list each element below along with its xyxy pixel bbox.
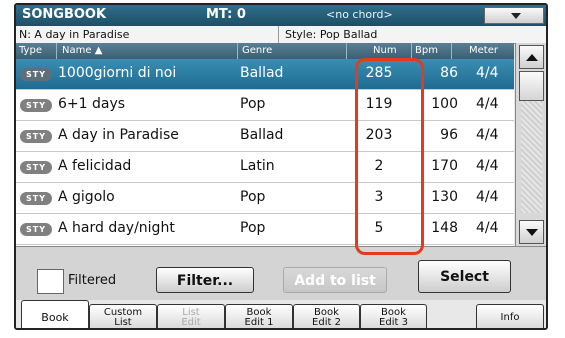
tab-label: Edit <box>181 317 201 328</box>
song-name: 6+1 days <box>58 96 126 112</box>
song-list: STY 1000giorni di noi Ballad 285 86 4/4 … <box>16 59 514 246</box>
song-genre: Pop <box>240 220 266 236</box>
info-bar: N: A day in Paradise Style: Pop Ballad <box>16 26 546 44</box>
song-genre: Pop <box>240 96 266 112</box>
tab-book[interactable]: Book <box>21 300 89 328</box>
tab-label: Edit 2 <box>312 317 341 328</box>
arrow-up-icon <box>526 54 538 61</box>
song-row[interactable]: STY 6+1 days Pop 119 100 4/4 <box>16 90 514 121</box>
song-name: A felicidad <box>58 158 132 174</box>
song-num: 203 <box>365 127 393 143</box>
song-name: A gigolo <box>58 189 115 205</box>
song-genre: Latin <box>240 158 275 174</box>
song-name: 1000giorni di noi <box>58 65 177 81</box>
col-genre[interactable]: Genre <box>242 45 272 56</box>
page-menu-button[interactable] <box>484 7 544 24</box>
song-meter: 4/4 <box>476 158 499 174</box>
tab-book-edit-3[interactable]: Book Edit 3 <box>360 304 427 328</box>
song-num: 285 <box>365 65 393 81</box>
column-divider <box>411 43 412 59</box>
song-bpm: 170 <box>431 158 458 174</box>
song-bpm: 86 <box>440 65 458 81</box>
select-button[interactable]: Select <box>418 260 511 293</box>
filtered-checkbox[interactable] <box>37 269 64 294</box>
add-to-list-button[interactable]: Add to list <box>283 267 387 293</box>
col-name[interactable]: Name ▲ <box>62 45 102 56</box>
song-row[interactable]: STY 1000giorni di noi Ballad 285 86 4/4 <box>16 59 514 90</box>
style-type-badge: STY <box>20 192 52 205</box>
current-song: N: A day in Paradise <box>19 28 130 41</box>
sort-ascending-icon: ▲ <box>94 45 103 56</box>
col-meter[interactable]: Meter <box>469 45 498 56</box>
title-bar: SONGBOOK MT: 0 <no chord> <box>16 5 546 26</box>
filter-button[interactable]: Filter... <box>156 267 254 293</box>
list-scrollbar[interactable] <box>515 43 546 246</box>
song-meter: 4/4 <box>476 127 499 143</box>
col-type[interactable]: Type <box>19 45 42 56</box>
tab-label: Edit 3 <box>379 317 408 328</box>
song-num: 119 <box>365 96 393 112</box>
page-title: SONGBOOK <box>22 7 107 22</box>
tab-book-edit-1[interactable]: Book Edit 1 <box>225 304 293 328</box>
column-divider <box>451 43 452 59</box>
song-row[interactable]: STY A felicidad Latin 2 170 4/4 <box>16 152 514 183</box>
song-genre: Ballad <box>240 65 284 81</box>
chord-display: <no chord> <box>326 8 393 21</box>
song-genre: Pop <box>240 189 266 205</box>
song-bpm: 100 <box>431 96 458 112</box>
song-bpm: 130 <box>431 189 458 205</box>
song-name: A hard day/night <box>58 220 175 236</box>
chevron-down-icon <box>511 13 521 19</box>
song-meter: 4/4 <box>476 220 499 236</box>
filtered-label: Filtered <box>68 273 117 288</box>
song-num: 2 <box>374 158 384 174</box>
control-bar: Filtered Filter... Add to list Select <box>16 246 546 301</box>
tab-list-edit[interactable]: List Edit <box>157 304 225 328</box>
tab-label: List <box>114 317 132 328</box>
song-meter: 4/4 <box>476 189 499 205</box>
song-genre: Ballad <box>240 127 284 143</box>
tab-info[interactable]: Info <box>476 304 544 328</box>
style-type-badge: STY <box>20 161 52 174</box>
song-bpm: 96 <box>440 127 458 143</box>
song-name: A day in Paradise <box>58 127 179 143</box>
song-row[interactable]: STY A hard day/night Pop 5 148 4/4 <box>16 214 514 245</box>
tab-custom-list[interactable]: Custom List <box>89 304 157 328</box>
col-name-label: Name <box>62 45 92 56</box>
song-num: 5 <box>374 220 384 236</box>
song-meter: 4/4 <box>476 96 499 112</box>
col-bpm[interactable]: Bpm <box>415 45 438 56</box>
column-divider <box>346 43 347 59</box>
col-num[interactable]: Num <box>373 45 397 56</box>
songbook-window: SONGBOOK MT: 0 <no chord> N: A day in Pa… <box>14 3 548 330</box>
song-row[interactable]: STY A gigolo Pop 3 130 4/4 <box>16 183 514 214</box>
tab-label: Info <box>500 312 520 323</box>
tab-label: Edit 1 <box>244 317 274 328</box>
song-num: 3 <box>374 189 384 205</box>
song-row[interactable]: STY A day in Paradise Ballad 203 96 4/4 <box>16 121 514 152</box>
song-bpm: 148 <box>431 220 458 236</box>
current-style: Style: Pop Ballad <box>278 26 377 43</box>
style-type-badge: STY <box>20 68 52 81</box>
style-type-badge: STY <box>20 99 52 112</box>
scroll-thumb[interactable] <box>519 71 544 101</box>
scroll-up-button[interactable] <box>519 45 544 69</box>
arrow-down-icon <box>526 229 538 236</box>
song-meter: 4/4 <box>476 65 499 81</box>
style-type-badge: STY <box>20 130 52 143</box>
list-header: Type Name ▲ Genre Num Bpm Meter <box>16 43 514 59</box>
tab-label: Book <box>41 311 69 324</box>
style-type-badge: STY <box>20 223 52 236</box>
tab-book-edit-2[interactable]: Book Edit 2 <box>293 304 360 328</box>
master-transpose: MT: 0 <box>206 7 246 22</box>
column-divider <box>56 43 57 59</box>
tab-bar: Book Custom List List Edit Book Edit 1 Book… <box>16 300 546 328</box>
column-divider <box>237 43 238 59</box>
scroll-down-button[interactable] <box>519 220 544 244</box>
